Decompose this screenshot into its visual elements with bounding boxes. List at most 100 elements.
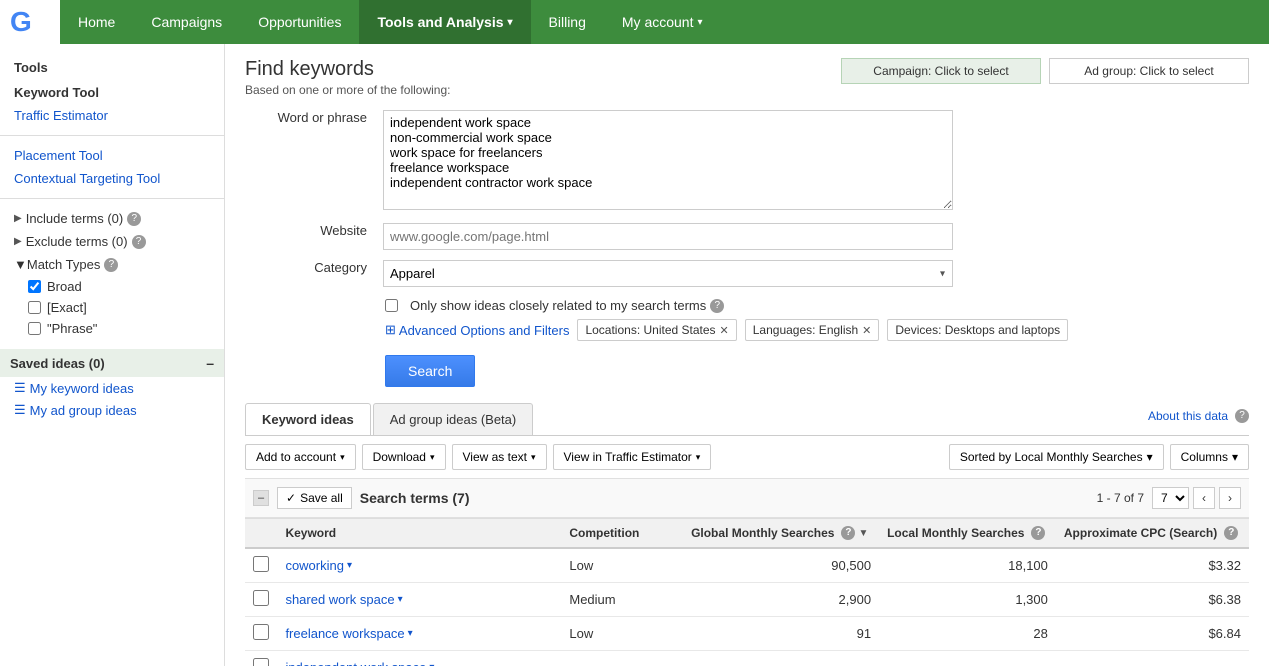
page-dropdown[interactable]: 7	[1152, 487, 1189, 509]
find-keywords-title: Find keywords	[245, 58, 450, 81]
prev-page-button[interactable]: ‹	[1193, 487, 1215, 509]
sidebar-traffic-estimator[interactable]: Traffic Estimator	[0, 104, 224, 127]
search-button[interactable]: Search	[385, 355, 475, 387]
include-terms-arrow: ▶	[14, 213, 22, 224]
logo: G	[0, 0, 60, 44]
next-page-button[interactable]: ›	[1219, 487, 1241, 509]
word-phrase-row: Word or phrase independent work space no…	[245, 105, 1249, 218]
keyword-dropdown-icon[interactable]: ▾	[429, 662, 434, 666]
row-checkbox[interactable]	[253, 590, 269, 606]
word-phrase-textarea[interactable]: independent work space non-commercial wo…	[383, 110, 953, 210]
language-filter-remove[interactable]: ✕	[862, 324, 871, 337]
view-as-text-button[interactable]: View as text ▾	[452, 444, 547, 470]
view-in-estimator-button[interactable]: View in Traffic Estimator ▾	[553, 444, 712, 470]
save-checkmark-icon: ✓	[286, 491, 296, 505]
sidebar-placement-tool[interactable]: Placement Tool	[0, 144, 224, 167]
row-checkbox[interactable]	[253, 556, 269, 572]
keyword-link[interactable]: coworking ▾	[285, 558, 553, 573]
about-data-help-icon[interactable]: ?	[1235, 409, 1249, 423]
keyword-ideas-icon: ☰	[14, 380, 26, 396]
pagination-info: 1 - 7 of 7	[1097, 491, 1144, 505]
keyword-link[interactable]: freelance workspace ▾	[285, 626, 553, 641]
add-to-account-caret: ▾	[340, 452, 345, 463]
content-area: Find keywords Based on one or more of th…	[225, 44, 1269, 666]
download-button[interactable]: Download ▾	[362, 444, 446, 470]
match-types-help-icon[interactable]: ?	[104, 258, 118, 272]
language-filter-tag: Languages: English ✕	[745, 319, 880, 341]
top-navigation: G Home Campaigns Opportunities Tools and…	[0, 0, 1269, 44]
row-checkbox[interactable]	[253, 624, 269, 640]
category-select[interactable]: Apparel	[383, 260, 953, 287]
broad-checkbox[interactable]	[28, 280, 41, 293]
row-checkbox-cell	[245, 651, 277, 666]
tab-keyword-ideas[interactable]: Keyword ideas	[245, 403, 371, 435]
category-cell: Apparel ▾	[375, 255, 1249, 292]
about-data-link[interactable]: About this data ?	[1148, 409, 1249, 429]
only-show-help-icon[interactable]: ?	[710, 299, 724, 313]
phrase-checkbox[interactable]	[28, 322, 41, 335]
collapse-button[interactable]: –	[253, 490, 269, 506]
save-all-button[interactable]: ✓ Save all	[277, 487, 352, 509]
my-keyword-ideas-link[interactable]: ☰ My keyword ideas	[0, 377, 224, 399]
keyword-link[interactable]: independent work space ▾	[285, 660, 553, 666]
keyword-dropdown-icon[interactable]: ▾	[398, 594, 403, 605]
website-input[interactable]	[383, 223, 953, 250]
download-caret: ▾	[430, 452, 435, 463]
tabs-left: Keyword ideas Ad group ideas (Beta)	[245, 403, 535, 435]
th-approx-cpc[interactable]: Approximate CPC (Search) ?	[1056, 519, 1249, 549]
row-cpc-cell: $6.84	[1056, 617, 1249, 651]
include-terms-expand[interactable]: ▶ Include terms (0) ?	[0, 207, 224, 230]
saved-ideas-header: Saved ideas (0) –	[0, 349, 224, 377]
adgroup-select-button[interactable]: Ad group: Click to select	[1049, 58, 1249, 84]
approx-cpc-help-icon[interactable]: ?	[1224, 526, 1238, 540]
row-keyword-cell: freelance workspace ▾	[277, 617, 561, 651]
table-header-left: – ✓ Save all Search terms (7)	[253, 487, 469, 509]
include-terms-help-icon[interactable]: ?	[127, 212, 141, 226]
match-types-expand[interactable]: ▼ Match Types ?	[0, 253, 224, 276]
keyword-dropdown-icon[interactable]: ▾	[347, 560, 352, 571]
location-filter-tag: Locations: United States ✕	[577, 319, 736, 341]
campaign-select-button[interactable]: Campaign: Click to select	[841, 58, 1041, 84]
my-adgroup-ideas-link[interactable]: ☰ My ad group ideas	[0, 399, 224, 421]
website-label: Website	[245, 218, 375, 255]
location-filter-remove[interactable]: ✕	[720, 324, 729, 337]
advanced-options-plus-icon: ⊞	[385, 322, 396, 338]
global-monthly-help-icon[interactable]: ?	[841, 526, 855, 540]
sidebar-contextual-targeting[interactable]: Contextual Targeting Tool	[0, 167, 224, 190]
row-global-monthly-cell: 90,500	[683, 548, 879, 583]
th-global-monthly[interactable]: Global Monthly Searches ? ▼	[683, 519, 879, 549]
th-keyword[interactable]: Keyword	[277, 519, 561, 549]
keyword-link[interactable]: shared work space ▾	[285, 592, 553, 607]
row-checkbox[interactable]	[253, 658, 269, 666]
nav-tools[interactable]: Tools and Analysis ▾	[359, 0, 530, 44]
nav-myaccount[interactable]: My account ▾	[604, 0, 721, 44]
sidebar: Tools Keyword Tool Traffic Estimator Pla…	[0, 44, 225, 666]
th-local-monthly[interactable]: Local Monthly Searches ?	[879, 519, 1056, 549]
nav-billing[interactable]: Billing	[531, 0, 604, 44]
broad-checkbox-row: Broad	[0, 276, 224, 297]
view-as-text-caret: ▾	[531, 452, 536, 463]
saved-ideas-collapse-icon[interactable]: –	[206, 355, 214, 371]
advanced-options-link[interactable]: ⊞ Advanced Options and Filters	[385, 322, 569, 338]
row-local-monthly-cell: 28	[879, 617, 1056, 651]
tab-adgroup-ideas[interactable]: Ad group ideas (Beta)	[373, 403, 533, 435]
th-competition[interactable]: Competition	[561, 519, 683, 549]
keyword-dropdown-icon[interactable]: ▾	[408, 628, 413, 639]
main-layout: Tools Keyword Tool Traffic Estimator Pla…	[0, 44, 1269, 666]
exclude-terms-expand[interactable]: ▶ Exclude terms (0) ?	[0, 230, 224, 253]
category-row: Category Apparel ▾	[245, 255, 1249, 292]
add-to-account-button[interactable]: Add to account ▾	[245, 444, 356, 470]
only-show-related-checkbox[interactable]	[385, 299, 398, 312]
sorted-by-button[interactable]: Sorted by Local Monthly Searches ▾	[949, 444, 1164, 470]
view-in-estimator-caret: ▾	[696, 452, 701, 463]
sidebar-keyword-tool[interactable]: Keyword Tool	[0, 81, 224, 104]
local-monthly-help-icon[interactable]: ?	[1031, 526, 1045, 540]
exact-checkbox[interactable]	[28, 301, 41, 314]
nav-campaigns[interactable]: Campaigns	[133, 0, 240, 44]
nav-home[interactable]: Home	[60, 0, 133, 44]
device-filter-tag: Devices: Desktops and laptops	[887, 319, 1068, 341]
columns-button[interactable]: Columns ▾	[1170, 444, 1249, 470]
nav-opportunities[interactable]: Opportunities	[240, 0, 359, 44]
exclude-terms-help-icon[interactable]: ?	[132, 235, 146, 249]
myaccount-dropdown-icon: ▾	[697, 17, 702, 28]
